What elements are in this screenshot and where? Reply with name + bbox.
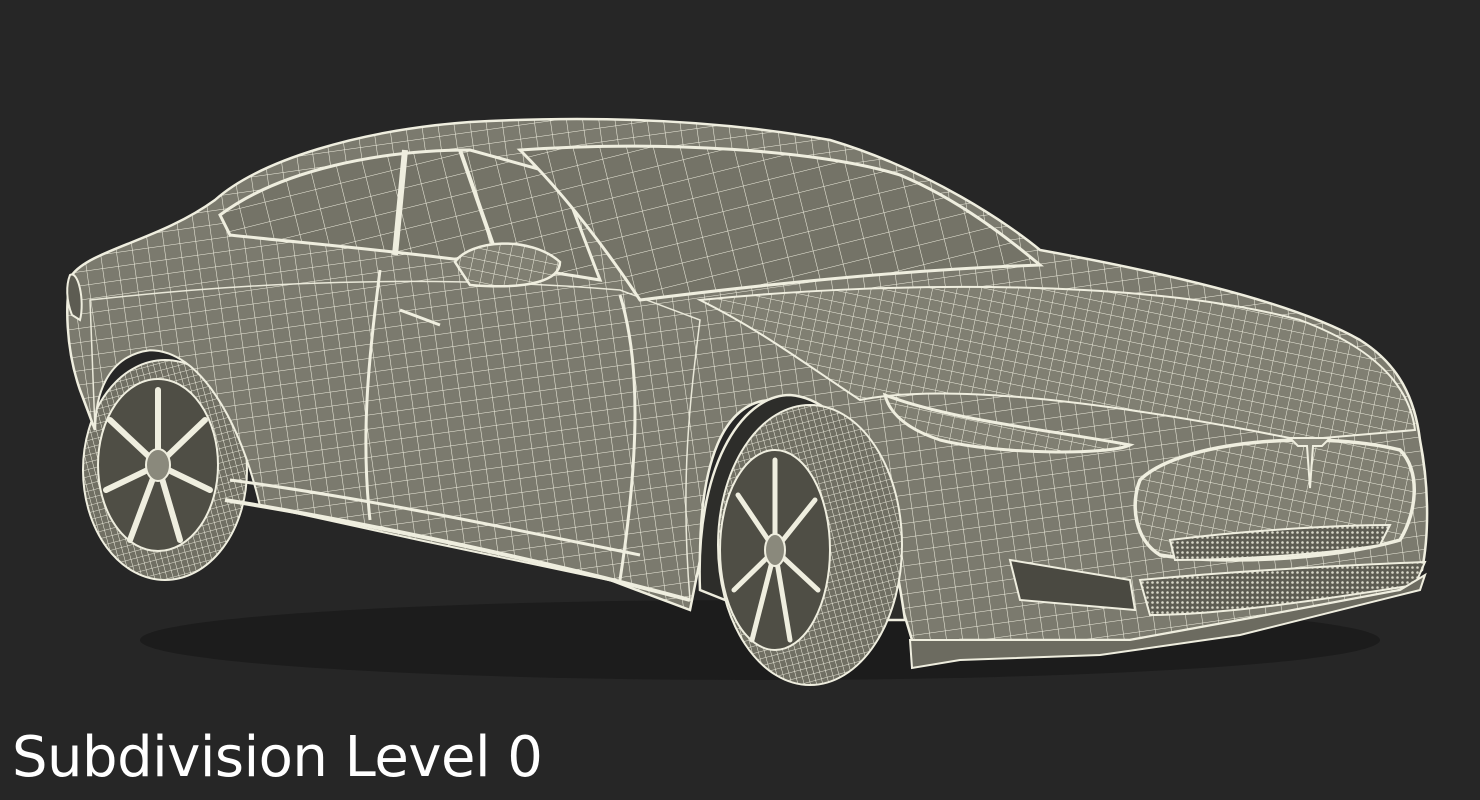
caption-label: Subdivision Level 0 <box>12 725 543 790</box>
car-wireframe-render <box>66 117 1429 686</box>
front-wheel <box>717 404 903 686</box>
render-viewport: Subdivision Level 0 <box>0 0 1480 800</box>
